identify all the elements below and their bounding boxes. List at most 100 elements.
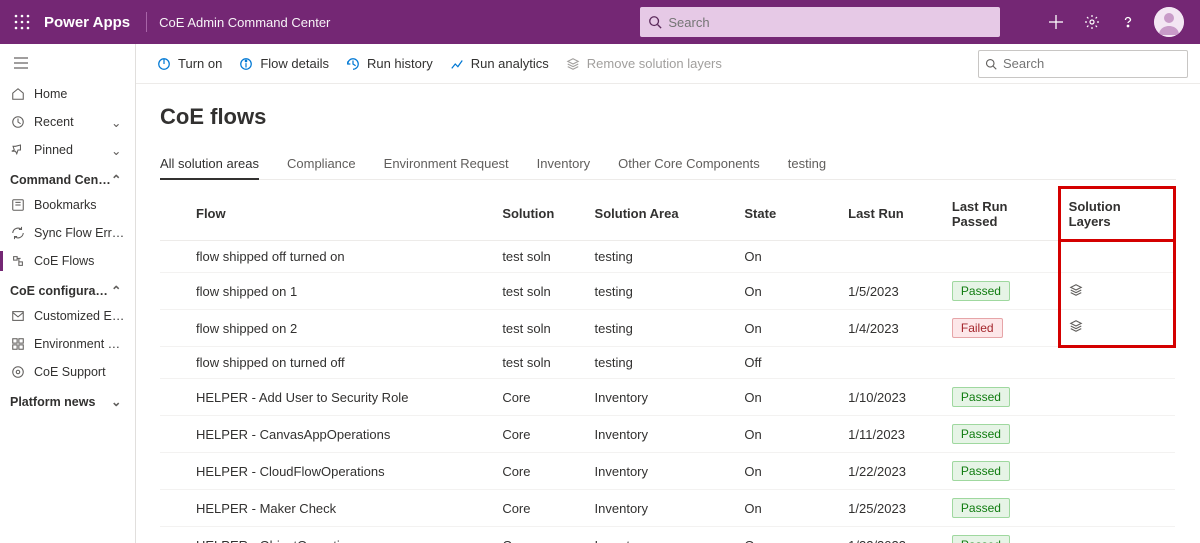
col-header-solution-area[interactable]: Solution Area [587, 188, 737, 241]
sidebar-label: Pinned [34, 143, 103, 157]
col-header-state[interactable]: State [736, 188, 840, 241]
table-row[interactable]: HELPER - Add User to Security RoleCoreIn… [160, 379, 1175, 416]
sidebar-item-coe-flows[interactable]: CoE Flows [0, 247, 135, 275]
help-icon[interactable] [1118, 12, 1138, 32]
col-header-solution[interactable]: Solution [494, 188, 586, 241]
table-row[interactable]: flow shipped off turned ontest solntesti… [160, 241, 1175, 273]
cmd-label: Flow details [260, 56, 329, 71]
cmd-turn-on[interactable]: Turn on [148, 52, 230, 76]
cell-state: On [736, 273, 840, 310]
tab-testing[interactable]: testing [788, 148, 826, 179]
table-row[interactable]: flow shipped on turned offtest solntesti… [160, 347, 1175, 379]
status-badge-passed: Passed [952, 424, 1010, 444]
cell-state: On [736, 453, 840, 490]
cmd-label: Remove solution layers [587, 56, 722, 71]
cell-solution: test soln [494, 347, 586, 379]
sidebar-group-coe-config[interactable]: CoE configuration ⌃ [0, 275, 135, 302]
cell-solution-area: Inventory [587, 453, 737, 490]
cmd-flow-details[interactable]: Flow details [230, 52, 337, 76]
sidebar-item-bookmarks[interactable]: Bookmarks [0, 191, 135, 219]
cell-last-run-passed [944, 347, 1059, 379]
cell-state: On [736, 527, 840, 543]
status-badge-passed: Passed [952, 387, 1010, 407]
cell-flow: HELPER - Maker Check [160, 490, 494, 527]
search-icon [648, 15, 662, 29]
sidebar-label: Recent [34, 115, 103, 129]
cell-solution-layers [1059, 241, 1174, 273]
power-icon [156, 56, 172, 72]
table-row[interactable]: flow shipped on 1test solntestingOn1/5/2… [160, 273, 1175, 310]
sidebar-item-customized-emails[interactable]: Customized Emails [0, 302, 135, 330]
table-row[interactable]: HELPER - CanvasAppOperationsCoreInventor… [160, 416, 1175, 453]
app-launcher-icon[interactable] [8, 8, 36, 36]
tab-other-core-components[interactable]: Other Core Components [618, 148, 760, 179]
sidebar-item-pinned[interactable]: Pinned ⌄ [0, 136, 135, 164]
command-bar: Turn on Flow details Run history Run ana… [136, 44, 1200, 84]
global-search-input[interactable] [662, 14, 992, 31]
cell-last-run-passed: Passed [944, 379, 1059, 416]
status-badge-passed: Passed [952, 498, 1010, 518]
flows-table: Flow Solution Solution Area State Last R… [160, 186, 1176, 543]
add-icon[interactable] [1046, 12, 1066, 32]
tab-environment-request[interactable]: Environment Request [384, 148, 509, 179]
cell-last-run-passed: Failed [944, 310, 1059, 347]
sidebar-group-command-center[interactable]: Command Center ⌃ [0, 164, 135, 191]
col-header-solution-layers[interactable]: Solution Layers [1059, 188, 1174, 241]
sidebar-item-sync-flow-errors[interactable]: Sync Flow Errors [0, 219, 135, 247]
cell-solution-layers [1059, 310, 1174, 347]
col-header-last-run-passed[interactable]: Last Run Passed [944, 188, 1059, 241]
cmd-remove-solution-layers: Remove solution layers [557, 52, 730, 76]
grid-search[interactable] [978, 50, 1188, 78]
cell-last-run: 1/25/2023 [840, 490, 944, 527]
table-row[interactable]: HELPER - ObjectOperationsCoreInventoryOn… [160, 527, 1175, 543]
cell-solution-layers [1059, 273, 1174, 310]
tab-all-solution-areas[interactable]: All solution areas [160, 148, 259, 179]
sync-icon [10, 225, 26, 241]
grid-search-input[interactable] [997, 55, 1181, 72]
sidebar-collapse-icon[interactable] [12, 54, 30, 72]
cell-solution-area: testing [587, 273, 737, 310]
cell-solution: Core [494, 490, 586, 527]
tabs: All solution areas Compliance Environmen… [160, 148, 1176, 180]
settings-icon[interactable] [1082, 12, 1102, 32]
cell-solution-area: Inventory [587, 379, 737, 416]
cell-state: On [736, 310, 840, 347]
app-name: Power Apps [44, 14, 130, 31]
status-badge-failed: Failed [952, 318, 1003, 338]
cell-solution-area: Inventory [587, 527, 737, 543]
cell-last-run-passed [944, 241, 1059, 273]
sidebar-group-platform-news[interactable]: Platform news ⌄ [0, 386, 135, 413]
cell-last-run-passed: Passed [944, 416, 1059, 453]
table-row[interactable]: flow shipped on 2test solntestingOn1/4/2… [160, 310, 1175, 347]
sidebar-label: Home [34, 87, 125, 101]
sidebar-label: CoE Support [34, 365, 125, 379]
table-row[interactable]: HELPER - CloudFlowOperationsCoreInventor… [160, 453, 1175, 490]
col-header-flow[interactable]: Flow [160, 188, 494, 241]
layers-icon[interactable] [1069, 283, 1083, 297]
sidebar-item-coe-support[interactable]: CoE Support [0, 358, 135, 386]
tab-inventory[interactable]: Inventory [537, 148, 590, 179]
sidebar-label: Bookmarks [34, 198, 125, 212]
cell-state: On [736, 490, 840, 527]
tab-compliance[interactable]: Compliance [287, 148, 356, 179]
sidebar-item-env-vars[interactable]: Environment Variables [0, 330, 135, 358]
cmd-run-history[interactable]: Run history [337, 52, 441, 76]
global-search[interactable] [640, 7, 1000, 37]
cell-solution-area: Inventory [587, 416, 737, 453]
sidebar-label: Sync Flow Errors [34, 226, 125, 240]
grid-icon [10, 336, 26, 352]
cell-flow: HELPER - CloudFlowOperations [160, 453, 494, 490]
cell-last-run: 1/22/2023 [840, 527, 944, 543]
user-avatar[interactable] [1154, 7, 1184, 37]
col-header-last-run[interactable]: Last Run [840, 188, 944, 241]
cell-last-run: 1/11/2023 [840, 416, 944, 453]
main: Turn on Flow details Run history Run ana… [136, 44, 1200, 543]
cell-state: Off [736, 347, 840, 379]
table-row[interactable]: HELPER - Maker CheckCoreInventoryOn1/25/… [160, 490, 1175, 527]
sidebar-item-home[interactable]: Home [0, 80, 135, 108]
cmd-run-analytics[interactable]: Run analytics [441, 52, 557, 76]
sidebar-item-recent[interactable]: Recent ⌄ [0, 108, 135, 136]
content: CoE flows All solution areas Compliance … [136, 84, 1200, 543]
layers-icon[interactable] [1069, 319, 1083, 333]
cell-solution: test soln [494, 273, 586, 310]
